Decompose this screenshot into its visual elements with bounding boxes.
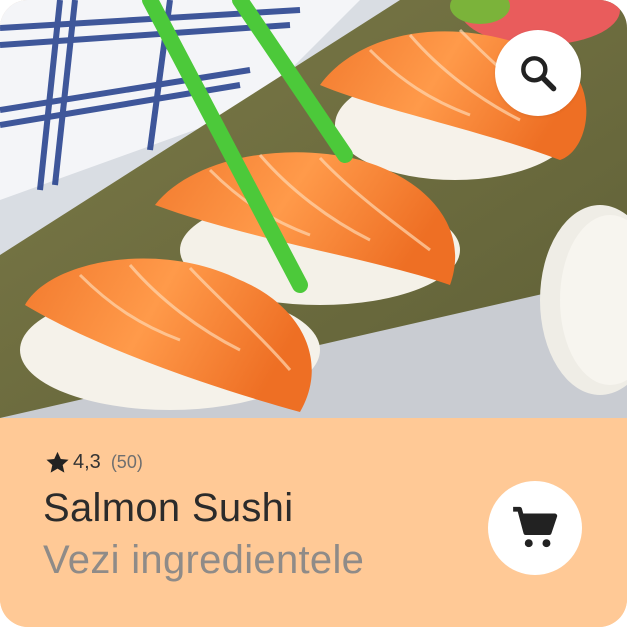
- add-to-cart-button[interactable]: [488, 481, 582, 575]
- shopping-cart-icon: [513, 506, 558, 548]
- rating: 4,3 (50): [44, 448, 143, 476]
- ingredients-link[interactable]: Vezi ingredientele: [43, 538, 364, 583]
- star-icon: [46, 451, 69, 473]
- product-card[interactable]: 4,3 (50) Salmon Sushi Vezi ingredientele: [0, 0, 627, 627]
- product-photo: [0, 0, 627, 418]
- rating-count: (50): [110, 451, 143, 472]
- search-icon: [521, 56, 557, 92]
- rating-value: 4,3: [73, 450, 101, 473]
- product-title: Salmon Sushi: [43, 486, 294, 530]
- product-info: 4,3 (50) Salmon Sushi Vezi ingredientele: [0, 418, 627, 627]
- search-button[interactable]: [495, 30, 581, 116]
